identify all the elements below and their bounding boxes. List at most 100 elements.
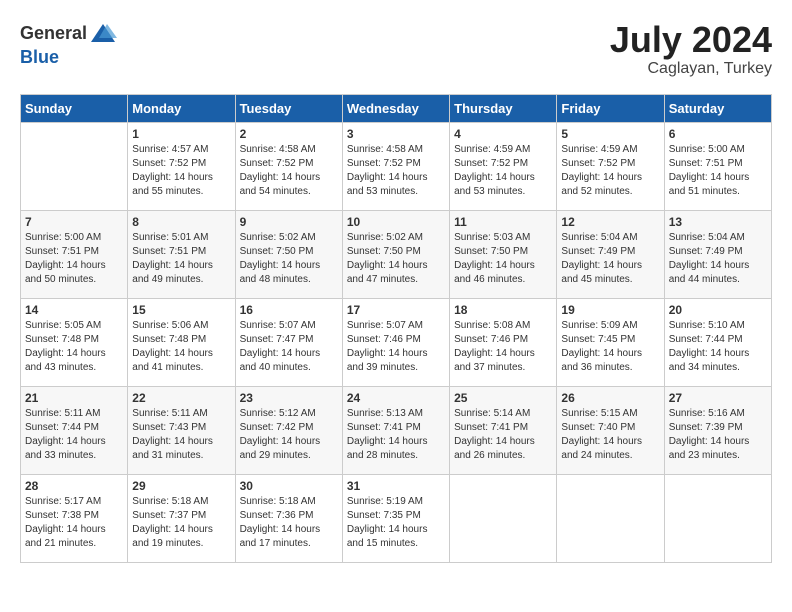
- day-number: 19: [561, 303, 659, 317]
- calendar-cell: 18 Sunrise: 5:08 AMSunset: 7:46 PMDayligh…: [450, 298, 557, 386]
- calendar-cell: 11 Sunrise: 5:03 AMSunset: 7:50 PMDayligh…: [450, 210, 557, 298]
- day-info: Sunrise: 4:58 AMSunset: 7:52 PMDaylight:…: [347, 143, 445, 199]
- day-info: Sunrise: 5:07 AMSunset: 7:47 PMDaylight:…: [240, 319, 338, 375]
- day-info: Sunrise: 5:03 AMSunset: 7:50 PMDaylight:…: [454, 231, 552, 287]
- day-info: Sunrise: 5:11 AMSunset: 7:43 PMDaylight:…: [132, 407, 230, 463]
- day-number: 11: [454, 215, 552, 229]
- day-info: Sunrise: 4:58 AMSunset: 7:52 PMDaylight:…: [240, 143, 338, 199]
- day-info: Sunrise: 5:06 AMSunset: 7:48 PMDaylight:…: [132, 319, 230, 375]
- day-number: 22: [132, 391, 230, 405]
- page-header: General Blue July 2024 Caglayan, Turkey: [20, 20, 772, 78]
- calendar-cell: 21Sunrise: 5:11 AMSunset: 7:44 PMDayligh…: [21, 386, 128, 474]
- day-info: Sunrise: 5:00 AMSunset: 7:51 PMDaylight:…: [669, 143, 767, 199]
- day-number: 25: [454, 391, 552, 405]
- calendar-cell: 22 Sunrise: 5:11 AMSunset: 7:43 PMDayligh…: [128, 386, 235, 474]
- day-info: Sunrise: 5:10 AMSunset: 7:44 PMDaylight:…: [669, 319, 767, 375]
- day-info: Sunrise: 5:14 AMSunset: 7:41 PMDaylight:…: [454, 407, 552, 463]
- weekday-header-thursday: Thursday: [450, 94, 557, 122]
- calendar-week-row: 14 Sunrise: 5:05 AMSunset: 7:48 PMDayligh…: [21, 298, 772, 386]
- calendar-week-row: 7 Sunrise: 5:00 AMSunset: 7:51 PMDaylight…: [21, 210, 772, 298]
- day-number: 5: [561, 127, 659, 141]
- weekday-header-tuesday: Tuesday: [235, 94, 342, 122]
- day-number: 8: [132, 215, 230, 229]
- day-number: 26: [561, 391, 659, 405]
- logo-icon: [89, 20, 117, 48]
- calendar-cell: 12 Sunrise: 5:04 AMSunset: 7:49 PMDayligh…: [557, 210, 664, 298]
- day-number: 18: [454, 303, 552, 317]
- day-number: 10: [347, 215, 445, 229]
- calendar-cell: 6 Sunrise: 5:00 AMSunset: 7:51 PMDaylight…: [664, 122, 771, 210]
- day-number: 12: [561, 215, 659, 229]
- day-number: 3: [347, 127, 445, 141]
- day-number: 17: [347, 303, 445, 317]
- weekday-header-monday: Monday: [128, 94, 235, 122]
- weekday-header-saturday: Saturday: [664, 94, 771, 122]
- day-number: 4: [454, 127, 552, 141]
- day-info: Sunrise: 5:13 AMSunset: 7:41 PMDaylight:…: [347, 407, 445, 463]
- calendar-table: SundayMondayTuesdayWednesdayThursdayFrid…: [20, 94, 772, 563]
- day-number: 24: [347, 391, 445, 405]
- day-number: 31: [347, 479, 445, 493]
- weekday-header-wednesday: Wednesday: [342, 94, 449, 122]
- day-info: Sunrise: 5:04 AMSunset: 7:49 PMDaylight:…: [561, 231, 659, 287]
- day-number: 6: [669, 127, 767, 141]
- weekday-header-sunday: Sunday: [21, 94, 128, 122]
- day-info: Sunrise: 5:04 AMSunset: 7:49 PMDaylight:…: [669, 231, 767, 287]
- day-info: Sunrise: 5:17 AMSunset: 7:38 PMDaylight:…: [25, 495, 123, 551]
- day-info: Sunrise: 5:08 AMSunset: 7:46 PMDaylight:…: [454, 319, 552, 375]
- day-number: 7: [25, 215, 123, 229]
- day-number: 20: [669, 303, 767, 317]
- calendar-week-row: 28Sunrise: 5:17 AMSunset: 7:38 PMDayligh…: [21, 474, 772, 562]
- calendar-cell: 5 Sunrise: 4:59 AMSunset: 7:52 PMDaylight…: [557, 122, 664, 210]
- day-number: 16: [240, 303, 338, 317]
- calendar-cell: 2 Sunrise: 4:58 AMSunset: 7:52 PMDaylight…: [235, 122, 342, 210]
- day-info: Sunrise: 5:12 AMSunset: 7:42 PMDaylight:…: [240, 407, 338, 463]
- calendar-cell: 23Sunrise: 5:12 AMSunset: 7:42 PMDayligh…: [235, 386, 342, 474]
- day-number: 2: [240, 127, 338, 141]
- calendar-cell: 20 Sunrise: 5:10 AMSunset: 7:44 PMDayligh…: [664, 298, 771, 386]
- calendar-cell: 10 Sunrise: 5:02 AMSunset: 7:50 PMDayligh…: [342, 210, 449, 298]
- month-year-title: July 2024: [610, 20, 772, 60]
- day-number: 29: [132, 479, 230, 493]
- day-info: Sunrise: 5:18 AMSunset: 7:36 PMDaylight:…: [240, 495, 338, 551]
- day-info: Sunrise: 5:02 AMSunset: 7:50 PMDaylight:…: [240, 231, 338, 287]
- day-info: Sunrise: 5:19 AMSunset: 7:35 PMDaylight:…: [347, 495, 445, 551]
- calendar-cell: 28Sunrise: 5:17 AMSunset: 7:38 PMDayligh…: [21, 474, 128, 562]
- day-info: Sunrise: 5:09 AMSunset: 7:45 PMDaylight:…: [561, 319, 659, 375]
- day-info: Sunrise: 5:01 AMSunset: 7:51 PMDaylight:…: [132, 231, 230, 287]
- day-number: 15: [132, 303, 230, 317]
- day-info: Sunrise: 5:05 AMSunset: 7:48 PMDaylight:…: [25, 319, 123, 375]
- calendar-cell: [557, 474, 664, 562]
- logo: General Blue: [20, 20, 117, 68]
- calendar-cell: 17 Sunrise: 5:07 AMSunset: 7:46 PMDayligh…: [342, 298, 449, 386]
- day-number: 9: [240, 215, 338, 229]
- calendar-cell: 31 Sunrise: 5:19 AMSunset: 7:35 PMDayligh…: [342, 474, 449, 562]
- calendar-cell: 13 Sunrise: 5:04 AMSunset: 7:49 PMDayligh…: [664, 210, 771, 298]
- day-info: Sunrise: 5:02 AMSunset: 7:50 PMDaylight:…: [347, 231, 445, 287]
- calendar-cell: 9 Sunrise: 5:02 AMSunset: 7:50 PMDaylight…: [235, 210, 342, 298]
- day-number: 13: [669, 215, 767, 229]
- day-info: Sunrise: 5:18 AMSunset: 7:37 PMDaylight:…: [132, 495, 230, 551]
- day-info: Sunrise: 5:00 AMSunset: 7:51 PMDaylight:…: [25, 231, 123, 287]
- logo-blue-text: Blue: [20, 48, 117, 68]
- weekday-header-row: SundayMondayTuesdayWednesdayThursdayFrid…: [21, 94, 772, 122]
- calendar-cell: 4Sunrise: 4:59 AMSunset: 7:52 PMDaylight…: [450, 122, 557, 210]
- calendar-cell: 1Sunrise: 4:57 AMSunset: 7:52 PMDaylight…: [128, 122, 235, 210]
- location-subtitle: Caglayan, Turkey: [610, 60, 772, 78]
- calendar-cell: 26Sunrise: 5:15 AMSunset: 7:40 PMDayligh…: [557, 386, 664, 474]
- calendar-cell: 14 Sunrise: 5:05 AMSunset: 7:48 PMDayligh…: [21, 298, 128, 386]
- calendar-cell: [21, 122, 128, 210]
- day-number: 14: [25, 303, 123, 317]
- day-info: Sunrise: 5:07 AMSunset: 7:46 PMDaylight:…: [347, 319, 445, 375]
- calendar-cell: 15 Sunrise: 5:06 AMSunset: 7:48 PMDayligh…: [128, 298, 235, 386]
- calendar-cell: 30 Sunrise: 5:18 AMSunset: 7:36 PMDayligh…: [235, 474, 342, 562]
- day-info: Sunrise: 4:59 AMSunset: 7:52 PMDaylight:…: [561, 143, 659, 199]
- weekday-header-friday: Friday: [557, 94, 664, 122]
- logo-general-text: General: [20, 24, 87, 44]
- calendar-cell: 24 Sunrise: 5:13 AMSunset: 7:41 PMDayligh…: [342, 386, 449, 474]
- calendar-week-row: 21Sunrise: 5:11 AMSunset: 7:44 PMDayligh…: [21, 386, 772, 474]
- day-number: 21: [25, 391, 123, 405]
- calendar-cell: [450, 474, 557, 562]
- calendar-cell: 29 Sunrise: 5:18 AMSunset: 7:37 PMDayligh…: [128, 474, 235, 562]
- day-number: 30: [240, 479, 338, 493]
